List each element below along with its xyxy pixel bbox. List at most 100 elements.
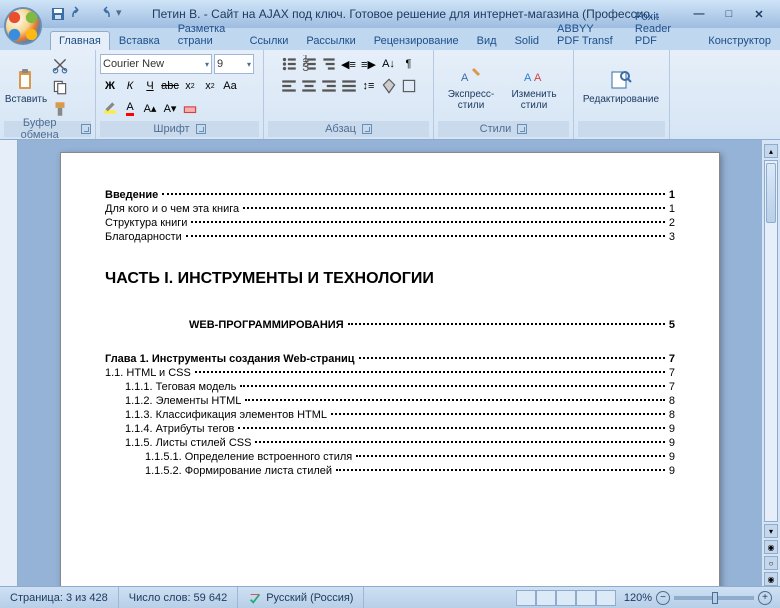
scroll-up-button[interactable]: ▴ <box>764 144 778 158</box>
tab-рецензирование[interactable]: Рецензирование <box>365 31 468 50</box>
word-count[interactable]: Число слов: 59 642 <box>119 587 238 608</box>
scroll-down-button[interactable]: ▾ <box>764 524 778 538</box>
tab-вставка[interactable]: Вставка <box>110 31 169 50</box>
tab-вид[interactable]: Вид <box>468 31 506 50</box>
quick-styles-button[interactable]: A Экспресс-стили <box>438 60 504 114</box>
toc-line[interactable]: 1.1.4. Атрибуты тегов9 <box>105 423 675 435</box>
italic-button[interactable]: К <box>120 76 140 96</box>
toc-line[interactable]: Структура книги2 <box>105 217 675 229</box>
font-launcher[interactable] <box>196 124 206 134</box>
qat-dropdown-icon[interactable]: ▾ <box>116 6 124 22</box>
bullets-button[interactable] <box>279 54 299 74</box>
superscript-button[interactable]: x2 <box>200 76 220 96</box>
borders-button[interactable] <box>399 76 419 96</box>
find-icon <box>609 68 633 92</box>
bold-button[interactable]: Ж <box>100 76 120 96</box>
toc-line[interactable]: Для кого и о чем эта книга1 <box>105 203 675 215</box>
draft-view[interactable] <box>596 590 616 606</box>
clear-format-button[interactable] <box>180 98 200 118</box>
line-spacing-button[interactable]: ↕≡ <box>359 76 379 96</box>
redo-icon[interactable] <box>94 6 110 22</box>
shading-button[interactable] <box>379 76 399 96</box>
font-size-combo[interactable]: 9▾ <box>214 54 254 74</box>
show-marks-button[interactable]: ¶ <box>399 54 419 74</box>
change-styles-button[interactable]: AA Изменить стили <box>506 60 562 114</box>
document-scroll[interactable]: Введение1 Для кого и о чем эта книга1 Стру… <box>18 140 762 586</box>
zoom-handle[interactable] <box>712 592 718 604</box>
browse-object-button[interactable]: ○ <box>764 556 778 570</box>
close-button[interactable]: ✕ <box>748 6 770 22</box>
font-color-button[interactable]: A <box>120 98 140 118</box>
tab-foxit-reader-pdf[interactable]: Foxit Reader PDF <box>626 7 699 50</box>
toc-line[interactable]: 1.1.2. Элементы HTML8 <box>105 395 675 407</box>
decrease-indent-button[interactable]: ◀≡ <box>339 54 359 74</box>
toc-line[interactable]: 1.1.3. Классификация элементов HTML8 <box>105 409 675 421</box>
strike-button[interactable]: abc <box>160 76 180 96</box>
print-layout-view[interactable] <box>516 590 536 606</box>
align-left-button[interactable] <box>279 76 299 96</box>
save-icon[interactable] <box>50 6 66 22</box>
increase-indent-button[interactable]: ≡▶ <box>359 54 379 74</box>
prev-page-button[interactable]: ◉ <box>764 540 778 554</box>
undo-icon[interactable] <box>72 6 88 22</box>
copy-icon[interactable] <box>50 77 70 97</box>
toc-line[interactable]: 1.1. HTML и CSS7 <box>105 367 675 379</box>
toc-line[interactable]: Введение1 <box>105 189 675 201</box>
vertical-ruler[interactable] <box>0 140 18 586</box>
grow-font-button[interactable]: A▴ <box>140 98 160 118</box>
tab-solid[interactable]: Solid <box>506 31 548 50</box>
tab-разметка-страни[interactable]: Разметка страни <box>169 19 241 50</box>
paragraph-launcher[interactable] <box>362 124 372 134</box>
page[interactable]: Введение1 Для кого и о чем эта книга1 Стру… <box>60 152 720 586</box>
editing-button[interactable]: Редактирование <box>578 65 664 108</box>
sort-button[interactable]: A↓ <box>379 54 399 74</box>
toc-line[interactable]: 1.1.5.1. Определение встроенного стиля9 <box>105 451 675 463</box>
change-case-button[interactable]: Aa <box>220 76 240 96</box>
align-right-button[interactable] <box>319 76 339 96</box>
toc-line[interactable]: Благодарности3 <box>105 231 675 243</box>
format-painter-icon[interactable] <box>50 99 70 119</box>
zoom-slider[interactable] <box>674 596 754 600</box>
maximize-button[interactable]: □ <box>718 6 740 22</box>
web-layout-view[interactable] <box>556 590 576 606</box>
tab-конструктор[interactable]: Конструктор <box>699 31 780 50</box>
scroll-thumb[interactable] <box>766 163 776 223</box>
shrink-font-button[interactable]: A▾ <box>160 98 180 118</box>
office-button[interactable] <box>4 7 42 45</box>
font-name-combo[interactable]: Courier New▾ <box>100 54 212 74</box>
multilevel-button[interactable] <box>319 54 339 74</box>
clipboard-group-label: Буфер обмена <box>4 117 75 141</box>
tab-ссылки[interactable]: Ссылки <box>241 31 298 50</box>
next-page-button[interactable]: ◉ <box>764 572 778 586</box>
view-buttons <box>516 590 616 606</box>
scroll-track[interactable] <box>764 160 778 522</box>
tab-рассылки[interactable]: Рассылки <box>297 31 364 50</box>
ribbon-tabs: ГлавнаяВставкаРазметка страниСсылкиРассы… <box>0 28 780 50</box>
vertical-scrollbar[interactable]: ▴ ▾ ◉ ○ ◉ <box>762 140 780 586</box>
toc-line[interactable]: 1.1.5. Листы стилей CSS9 <box>105 437 675 449</box>
language-indicator[interactable]: Русский (Россия) <box>238 587 364 608</box>
toc-line[interactable]: 1.1.1. Теговая модель7 <box>105 381 675 393</box>
quick-styles-icon: A <box>459 63 483 87</box>
tab-abbyy-pdf-transf[interactable]: ABBYY PDF Transf <box>548 19 626 50</box>
justify-button[interactable] <box>339 76 359 96</box>
fullscreen-view[interactable] <box>536 590 556 606</box>
zoom-in-button[interactable]: + <box>758 591 772 605</box>
underline-button[interactable]: Ч <box>140 76 160 96</box>
styles-launcher[interactable] <box>517 124 527 134</box>
toc-line[interactable]: Глава 1. Инструменты создания Web-страни… <box>105 353 675 365</box>
cut-icon[interactable] <box>50 55 70 75</box>
tab-главная[interactable]: Главная <box>50 31 110 50</box>
zoom-out-button[interactable]: − <box>656 591 670 605</box>
clipboard-launcher[interactable] <box>81 124 91 134</box>
subscript-button[interactable]: x2 <box>180 76 200 96</box>
highlight-button[interactable] <box>100 98 120 118</box>
paste-button[interactable]: Вставить <box>4 65 48 108</box>
toc-line[interactable]: 1.1.5.2. Формирование листа стилей9 <box>105 465 675 477</box>
numbering-button[interactable]: 123 <box>299 54 319 74</box>
page-indicator[interactable]: Страница: 3 из 428 <box>0 587 119 608</box>
part-heading: ЧАСТЬ I. ИНСТРУМЕНТЫ И ТЕХНОЛОГИИ <box>105 269 675 289</box>
outline-view[interactable] <box>576 590 596 606</box>
align-center-button[interactable] <box>299 76 319 96</box>
zoom-level[interactable]: 120% <box>624 592 652 604</box>
